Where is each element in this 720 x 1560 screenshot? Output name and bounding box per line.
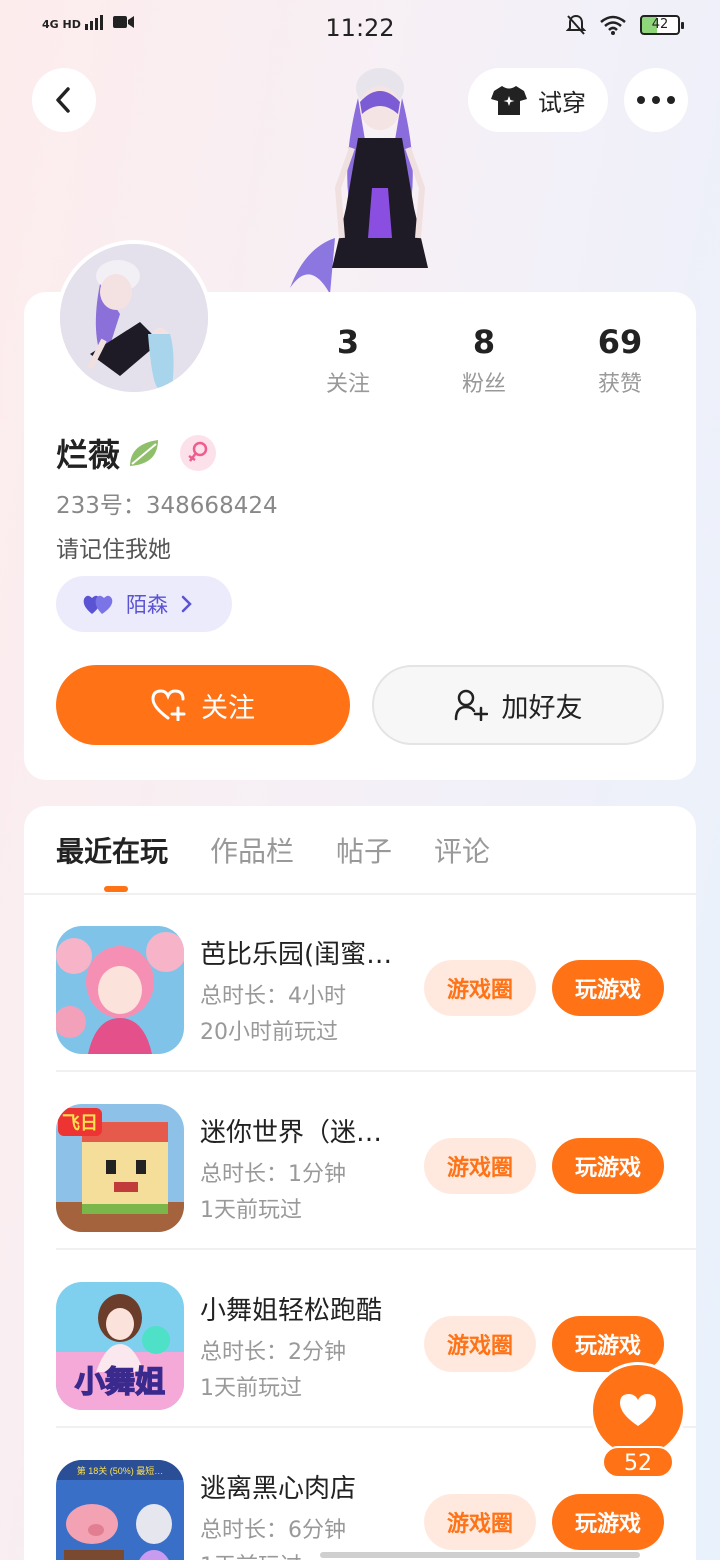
tshirt-icon xyxy=(491,86,527,115)
gender-badge xyxy=(180,435,217,471)
stat-following[interactable]: 3 关注 xyxy=(280,322,416,398)
avatar-image xyxy=(60,244,208,392)
tab-indicator xyxy=(104,886,128,892)
name-row: 烂薇 xyxy=(56,430,217,476)
like-button[interactable] xyxy=(590,1362,686,1458)
add-friend-label: 加好友 xyxy=(501,692,583,724)
tab-comments[interactable]: 评论 xyxy=(434,830,490,870)
game-title: 小舞姐轻松跑酷 xyxy=(200,1296,383,1326)
relationship-tag[interactable]: 陌森 xyxy=(56,576,232,632)
play-game-button[interactable]: 玩游戏 xyxy=(552,960,664,1016)
game-title: 芭比乐园(闺蜜… xyxy=(200,940,393,970)
game-duration: 总时长：1分钟 xyxy=(200,1162,346,1187)
stat-following-label: 关注 xyxy=(325,372,370,397)
game-thumbnail: 飞日 xyxy=(56,1104,184,1232)
mute-icon xyxy=(566,14,586,35)
stat-fans-value: 8 xyxy=(472,323,496,361)
user-id: 233号：348668424 xyxy=(56,493,278,519)
try-on-label: 试穿 xyxy=(538,88,586,117)
heart-plus-icon xyxy=(151,689,186,721)
game-thumbnail: 小舞姐 xyxy=(56,1282,184,1410)
follow-button[interactable]: 关注 xyxy=(56,665,350,745)
game-circle-button[interactable]: 游戏圈 xyxy=(424,1494,536,1550)
chevron-right-icon xyxy=(181,595,192,613)
game-last-played: 1天前玩过 xyxy=(200,1548,302,1560)
thumb-banner-text: 第 18关 (50%) 最短… xyxy=(77,1465,164,1476)
game-duration: 总时长：2分钟 xyxy=(200,1340,346,1365)
stat-following-value: 3 xyxy=(336,323,360,361)
game-row[interactable]: 飞日 迷你世界（迷… 总时长：1分钟 1天前玩过 游戏圈 玩游戏 xyxy=(24,1072,696,1250)
game-thumbnail xyxy=(56,926,184,1054)
tab-posts[interactable]: 帖子 xyxy=(336,830,392,870)
status-bar: 4G HD 11:22 42 xyxy=(0,0,720,56)
add-person-icon xyxy=(454,689,488,721)
battery-icon: 42 xyxy=(640,15,684,35)
follow-label: 关注 xyxy=(201,692,255,724)
game-circle-button[interactable]: 游戏圈 xyxy=(424,1138,536,1194)
leaf-badge-icon xyxy=(130,440,159,466)
like-count: 52 xyxy=(602,1446,674,1478)
home-indicator xyxy=(320,1552,640,1558)
female-icon xyxy=(188,441,208,462)
more-button[interactable] xyxy=(624,68,688,132)
back-arrow-icon xyxy=(56,87,70,113)
avatar[interactable] xyxy=(56,240,212,396)
stat-likes-value: 69 xyxy=(597,323,643,361)
character-figure xyxy=(290,68,428,294)
game-circle-button[interactable]: 游戏圈 xyxy=(424,1316,536,1372)
relationship-tag-label: 陌森 xyxy=(126,593,168,617)
game-row[interactable]: 芭比乐园(闺蜜… 总时长：4小时 20小时前玩过 游戏圈 玩游戏 xyxy=(24,894,696,1072)
play-game-button[interactable]: 玩游戏 xyxy=(552,1494,664,1550)
game-row[interactable]: 第 18关 (50%) 最短… 逃离黑心肉店 总时长：6分钟 1天前玩过 游戏圈… xyxy=(24,1428,696,1560)
profile-tabs: 最近在玩 作品栏 帖子 评论 xyxy=(56,830,490,870)
game-title: 逃离黑心肉店 xyxy=(200,1474,357,1504)
game-thumbnail: 第 18关 (50%) 最短… xyxy=(56,1460,184,1560)
profile-stats: 3 关注 8 粉丝 69 获赞 xyxy=(280,322,688,398)
double-heart-icon xyxy=(83,595,113,614)
game-duration: 总时长：4小时 xyxy=(200,984,346,1009)
add-friend-button[interactable]: 加好友 xyxy=(372,665,664,745)
stat-fans[interactable]: 8 粉丝 xyxy=(416,322,552,398)
game-last-played: 1天前玩过 xyxy=(200,1198,302,1223)
game-circle-button[interactable]: 游戏圈 xyxy=(424,960,536,1016)
user-bio: 请记住我她 xyxy=(56,537,171,563)
wifi-icon xyxy=(600,15,626,35)
more-dots-icon xyxy=(637,96,675,104)
game-last-played: 1天前玩过 xyxy=(200,1376,302,1401)
heart-icon xyxy=(620,1394,656,1426)
tab-recent-played[interactable]: 最近在玩 xyxy=(56,830,168,870)
stat-fans-label: 粉丝 xyxy=(461,372,506,397)
play-game-button[interactable]: 玩游戏 xyxy=(552,1138,664,1194)
back-button[interactable] xyxy=(32,68,96,132)
stat-likes-label: 获赞 xyxy=(597,372,642,397)
game-last-played: 20小时前玩过 xyxy=(200,1020,338,1045)
game-duration: 总时长：6分钟 xyxy=(200,1518,346,1543)
username: 烂薇 xyxy=(56,436,121,474)
tab-works[interactable]: 作品栏 xyxy=(210,830,294,870)
thumb-badge-text: 飞日 xyxy=(62,1113,98,1133)
game-title: 迷你世界（迷… xyxy=(200,1118,383,1148)
try-on-button[interactable]: 试穿 xyxy=(468,68,608,132)
thumb-title-text: 小舞姐 xyxy=(75,1365,165,1400)
stat-likes[interactable]: 69 获赞 xyxy=(552,322,688,398)
